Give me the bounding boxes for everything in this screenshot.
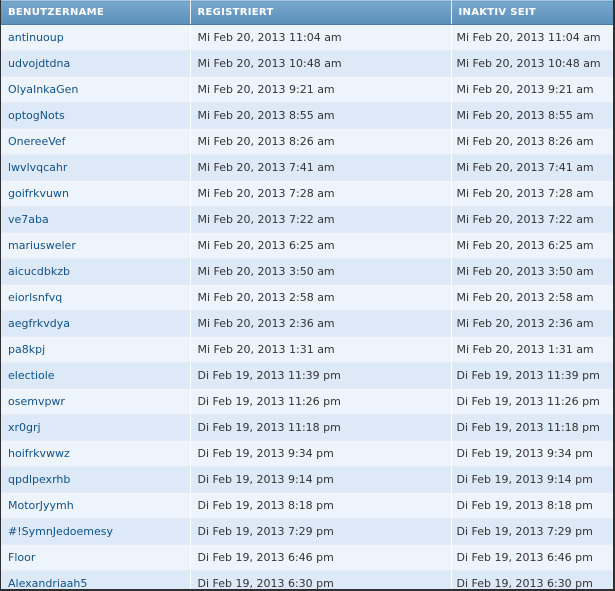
registered-date-cell: Mi Feb 20, 2013 8:55 am bbox=[190, 102, 452, 129]
table-row: Alexandriaah5 Di Feb 19, 2013 6:30 pm Di F… bbox=[1, 570, 613, 589]
inactive-since-cell: Mi Feb 20, 2013 2:36 am bbox=[451, 310, 613, 337]
inactive-since-cell: Mi Feb 20, 2013 7:41 am bbox=[451, 154, 613, 181]
username-link[interactable]: hoifrkvwwz bbox=[1, 440, 191, 467]
registered-date-cell: Mi Feb 20, 2013 3:50 am bbox=[190, 258, 452, 285]
registered-date-cell: Mi Feb 20, 2013 6:25 am bbox=[190, 232, 452, 259]
inactive-since-cell: Mi Feb 20, 2013 1:31 am bbox=[451, 336, 613, 363]
table-row: aegfrkvdya Mi Feb 20, 2013 2:36 am Mi Feb … bbox=[1, 310, 613, 337]
username-link[interactable]: xr0grj bbox=[1, 414, 191, 441]
registered-date-cell: Mi Feb 20, 2013 1:31 am bbox=[190, 336, 452, 363]
table-row: eiorlsnfvq Mi Feb 20, 2013 2:58 am Mi Feb … bbox=[1, 284, 613, 311]
username-link[interactable]: lwvlvqcahr bbox=[1, 154, 191, 181]
registered-date-cell: Mi Feb 20, 2013 2:36 am bbox=[190, 310, 452, 337]
username-link[interactable]: udvojdtdna bbox=[1, 50, 191, 77]
registered-date-cell: Mi Feb 20, 2013 8:26 am bbox=[190, 128, 452, 155]
inactive-since-cell: Di Feb 19, 2013 7:29 pm bbox=[451, 518, 613, 545]
table-row: #!SymnJedoemesy Di Feb 19, 2013 7:29 pm Di… bbox=[1, 518, 613, 545]
table-row: MotorJyymh Di Feb 19, 2013 8:18 pm Di Feb … bbox=[1, 492, 613, 519]
table-row: antinuoup Mi Feb 20, 2013 11:04 am Mi Feb … bbox=[1, 24, 613, 51]
inactive-since-cell: Di Feb 19, 2013 8:18 pm bbox=[451, 492, 613, 519]
registered-date-cell: Mi Feb 20, 2013 9:21 am bbox=[190, 76, 452, 103]
username-link[interactable]: eiorlsnfvq bbox=[1, 284, 191, 311]
table-row: hoifrkvwwz Di Feb 19, 2013 9:34 pm Di Feb … bbox=[1, 440, 613, 467]
inactive-since-cell: Di Feb 19, 2013 9:14 pm bbox=[451, 466, 613, 493]
inactive-since-cell: Mi Feb 20, 2013 9:21 am bbox=[451, 76, 613, 103]
username-link[interactable]: mariusweler bbox=[1, 232, 191, 259]
registered-date-cell: Mi Feb 20, 2013 7:22 am bbox=[190, 206, 452, 233]
registered-date-cell: Di Feb 19, 2013 11:18 pm bbox=[190, 414, 452, 441]
registered-date-cell: Di Feb 19, 2013 6:30 pm bbox=[190, 570, 452, 589]
username-link[interactable]: aicucdbkzb bbox=[1, 258, 191, 285]
username-link[interactable]: osemvpwr bbox=[1, 388, 191, 415]
table-row: goifrkvuwn Mi Feb 20, 2013 7:28 am Mi Feb … bbox=[1, 180, 613, 207]
username-link[interactable]: OnereeVef bbox=[1, 128, 191, 155]
table-header-row: BENUTZERNAME REGISTRIERT INAKTIV SEIT bbox=[1, 0, 613, 25]
inactive-since-cell: Mi Feb 20, 2013 6:25 am bbox=[451, 232, 613, 259]
column-header-registered[interactable]: REGISTRIERT bbox=[190, 0, 452, 25]
registered-date-cell: Mi Feb 20, 2013 7:41 am bbox=[190, 154, 452, 181]
username-link[interactable]: Floor bbox=[1, 544, 191, 571]
registered-date-cell: Di Feb 19, 2013 9:14 pm bbox=[190, 466, 452, 493]
table-row: OlyaInkaGen Mi Feb 20, 2013 9:21 am Mi Feb… bbox=[1, 76, 613, 103]
registered-date-cell: Mi Feb 20, 2013 10:48 am bbox=[190, 50, 452, 77]
table-row: lwvlvqcahr Mi Feb 20, 2013 7:41 am Mi Feb … bbox=[1, 154, 613, 181]
table-row: xr0grj Di Feb 19, 2013 11:18 pm Di Feb 19,… bbox=[1, 414, 613, 441]
username-link[interactable]: optogNots bbox=[1, 102, 191, 129]
column-header-username[interactable]: BENUTZERNAME bbox=[1, 0, 191, 25]
table-row: pa8kpj Mi Feb 20, 2013 1:31 am Mi Feb 20, … bbox=[1, 336, 613, 363]
registered-date-cell: Di Feb 19, 2013 6:46 pm bbox=[190, 544, 452, 571]
registered-date-cell: Mi Feb 20, 2013 7:28 am bbox=[190, 180, 452, 207]
inactive-users-panel: BENUTZERNAME REGISTRIERT INAKTIV SEIT an… bbox=[0, 0, 615, 591]
inactive-since-cell: Mi Feb 20, 2013 7:28 am bbox=[451, 180, 613, 207]
username-link[interactable]: qpdlpexrhb bbox=[1, 466, 191, 493]
inactive-since-cell: Mi Feb 20, 2013 10:48 am bbox=[451, 50, 613, 77]
table-row: qpdlpexrhb Di Feb 19, 2013 9:14 pm Di Feb … bbox=[1, 466, 613, 493]
username-link[interactable]: #!SymnJedoemesy bbox=[1, 518, 191, 545]
table-row: optogNots Mi Feb 20, 2013 8:55 am Mi Feb 2… bbox=[1, 102, 613, 129]
registered-date-cell: Di Feb 19, 2013 9:34 pm bbox=[190, 440, 452, 467]
table-row: electiole Di Feb 19, 2013 11:39 pm Di Feb … bbox=[1, 362, 613, 389]
inactive-since-cell: Di Feb 19, 2013 11:26 pm bbox=[451, 388, 613, 415]
registered-date-cell: Mi Feb 20, 2013 11:04 am bbox=[190, 24, 452, 51]
registered-date-cell: Di Feb 19, 2013 11:39 pm bbox=[190, 362, 452, 389]
table-row: OnereeVef Mi Feb 20, 2013 8:26 am Mi Feb 2… bbox=[1, 128, 613, 155]
username-link[interactable]: aegfrkvdya bbox=[1, 310, 191, 337]
username-link[interactable]: pa8kpj bbox=[1, 336, 191, 363]
table-body: antinuoup Mi Feb 20, 2013 11:04 am Mi Feb … bbox=[1, 24, 613, 589]
registered-date-cell: Di Feb 19, 2013 11:26 pm bbox=[190, 388, 452, 415]
inactive-since-cell: Mi Feb 20, 2013 2:58 am bbox=[451, 284, 613, 311]
inactive-since-cell: Mi Feb 20, 2013 8:55 am bbox=[451, 102, 613, 129]
registered-date-cell: Mi Feb 20, 2013 2:58 am bbox=[190, 284, 452, 311]
inactive-since-cell: Di Feb 19, 2013 6:46 pm bbox=[451, 544, 613, 571]
inactive-since-cell: Mi Feb 20, 2013 8:26 am bbox=[451, 128, 613, 155]
table-row: Floor Di Feb 19, 2013 6:46 pm Di Feb 19, 2… bbox=[1, 544, 613, 571]
inactive-since-cell: Di Feb 19, 2013 6:30 pm bbox=[451, 570, 613, 589]
table-row: osemvpwr Di Feb 19, 2013 11:26 pm Di Feb 1… bbox=[1, 388, 613, 415]
inactive-since-cell: Mi Feb 20, 2013 7:22 am bbox=[451, 206, 613, 233]
username-link[interactable]: goifrkvuwn bbox=[1, 180, 191, 207]
username-link[interactable]: ve7aba bbox=[1, 206, 191, 233]
username-link[interactable]: Alexandriaah5 bbox=[1, 570, 191, 589]
inactive-since-cell: Mi Feb 20, 2013 11:04 am bbox=[451, 24, 613, 51]
table-row: ve7aba Mi Feb 20, 2013 7:22 am Mi Feb 20, … bbox=[1, 206, 613, 233]
table-row: aicucdbkzb Mi Feb 20, 2013 3:50 am Mi Feb … bbox=[1, 258, 613, 285]
column-header-inactive-since[interactable]: INAKTIV SEIT bbox=[451, 0, 613, 25]
username-link[interactable]: OlyaInkaGen bbox=[1, 76, 191, 103]
registered-date-cell: Di Feb 19, 2013 8:18 pm bbox=[190, 492, 452, 519]
inactive-since-cell: Di Feb 19, 2013 11:39 pm bbox=[451, 362, 613, 389]
username-link[interactable]: MotorJyymh bbox=[1, 492, 191, 519]
inactive-since-cell: Di Feb 19, 2013 9:34 pm bbox=[451, 440, 613, 467]
username-link[interactable]: electiole bbox=[1, 362, 191, 389]
inactive-since-cell: Mi Feb 20, 2013 3:50 am bbox=[451, 258, 613, 285]
username-link[interactable]: antinuoup bbox=[1, 24, 191, 51]
table-row: mariusweler Mi Feb 20, 2013 6:25 am Mi Feb… bbox=[1, 232, 613, 259]
registered-date-cell: Di Feb 19, 2013 7:29 pm bbox=[190, 518, 452, 545]
table-row: udvojdtdna Mi Feb 20, 2013 10:48 am Mi Feb… bbox=[1, 50, 613, 77]
inactive-users-table: BENUTZERNAME REGISTRIERT INAKTIV SEIT an… bbox=[1, 0, 613, 589]
inactive-since-cell: Di Feb 19, 2013 11:18 pm bbox=[451, 414, 613, 441]
